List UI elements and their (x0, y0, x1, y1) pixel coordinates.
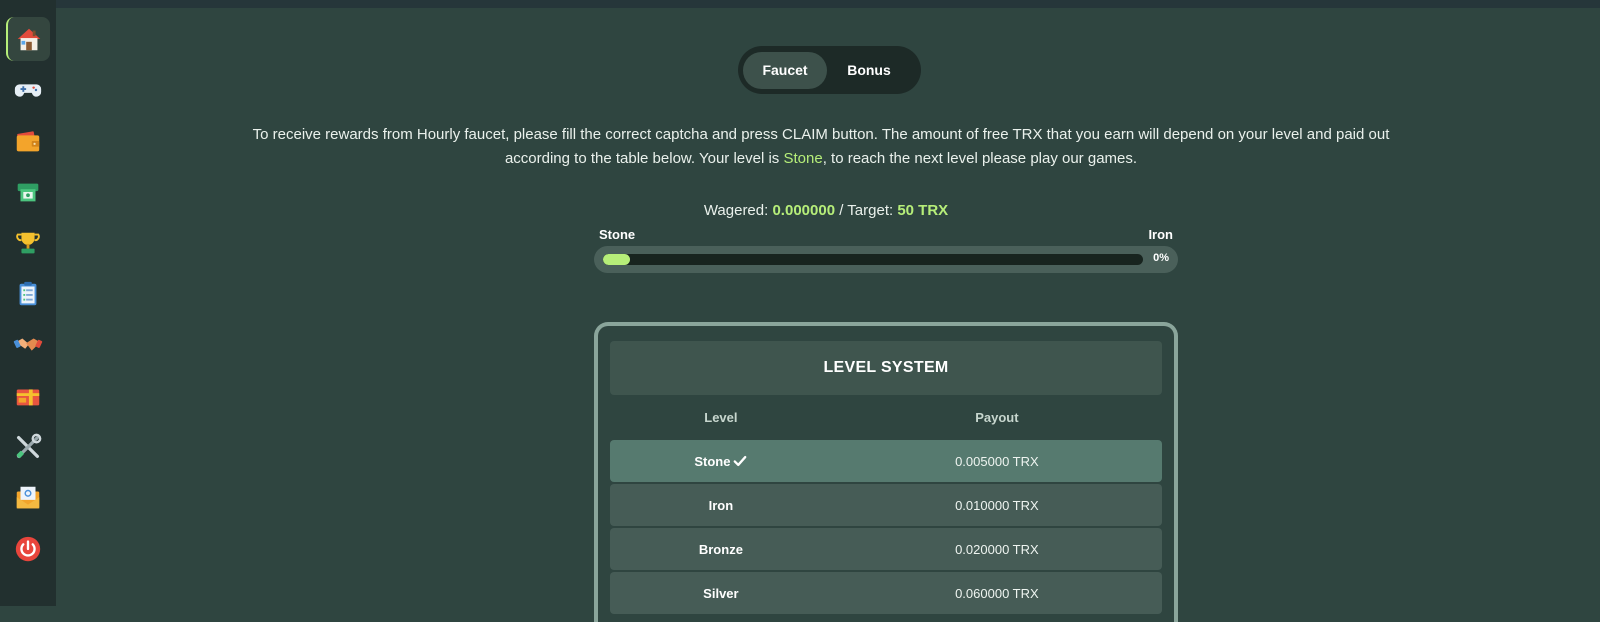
sidebar-item-rewards[interactable] (6, 221, 50, 265)
wallet-icon (16, 131, 40, 152)
house-icon (17, 28, 41, 51)
tab-bonus[interactable]: Bonus (827, 52, 911, 89)
power-icon (15, 536, 41, 562)
progress-current-level: Stone (599, 227, 636, 242)
sidebar-item-games[interactable] (6, 68, 50, 112)
atm-icon (17, 183, 39, 202)
level-system-card: LEVEL SYSTEM Level Payout Stone 0.005000… (594, 322, 1178, 622)
instructions-text-end: , to reach the next level please play ou… (822, 150, 1138, 167)
sidebar-item-withdraw[interactable] (6, 170, 50, 214)
sidebar-item-tools[interactable] (6, 425, 50, 469)
row-level: Bronze (698, 541, 743, 557)
column-payout: Payout (975, 410, 1019, 425)
target-value: 50 TRX (897, 202, 949, 219)
gamepad-icon (14, 84, 42, 97)
progress-fill (603, 254, 630, 265)
sidebar-item-home[interactable] (6, 17, 50, 61)
row-payout: 0.060000 TRX (955, 585, 1039, 601)
column-level: Level (704, 410, 738, 425)
wagered-label: Wagered: (703, 202, 769, 219)
sidebar-item-logout[interactable] (6, 527, 50, 571)
wager-separator: / (839, 202, 844, 219)
level-table-header: Level Payout (610, 395, 1162, 440)
faucet-tabs: Faucet Bonus (738, 46, 921, 94)
level-name: Stone (694, 453, 731, 469)
progress-next-level: Iron (1148, 227, 1173, 242)
table-row: Stone 0.005000 TRX (610, 440, 1162, 482)
handshake-icon (13, 338, 43, 351)
tools-icon (16, 433, 42, 459)
progress-labels: Stone Iron (599, 227, 1173, 245)
row-payout: 0.005000 TRX (955, 453, 1039, 469)
sidebar-item-gift[interactable] (6, 374, 50, 418)
target-label: Target: (847, 202, 894, 219)
table-row: Bronze 0.020000 TRX (610, 528, 1162, 570)
row-payout: 0.020000 TRX (955, 541, 1039, 557)
table-row: Silver 0.060000 TRX (610, 572, 1162, 614)
current-level-text: Stone (783, 150, 823, 167)
trophy-icon (16, 232, 40, 254)
sidebar-item-affiliate[interactable] (6, 323, 50, 367)
row-level: Stone (610, 454, 832, 469)
main-content: Faucet Bonus To receive rewards from Hou… (56, 0, 1600, 622)
row-payout: 0.010000 TRX (955, 497, 1039, 513)
wagered-value: 0.000000 (772, 202, 836, 219)
clipboard-icon (19, 281, 37, 306)
sidebar-item-tasks[interactable] (6, 272, 50, 316)
level-system-title: LEVEL SYSTEM (610, 341, 1162, 395)
mail-icon (16, 486, 40, 509)
progress-percent: 0% (1153, 252, 1169, 264)
sidebar-item-wallet[interactable] (6, 119, 50, 163)
gift-icon (16, 389, 40, 406)
row-level: Silver (703, 585, 739, 601)
level-progress-bar: 0% (594, 246, 1178, 273)
sidebar (0, 0, 56, 606)
row-level: Iron (708, 497, 734, 513)
progress-track (603, 254, 1143, 265)
wager-summary: Wagered: 0.000000 / Target: 50 TRX (526, 202, 1126, 219)
check-icon (734, 455, 747, 466)
tab-faucet[interactable]: Faucet (743, 51, 827, 89)
table-row: Iron 0.010000 TRX (610, 484, 1162, 526)
sidebar-item-contact[interactable] (6, 476, 50, 520)
faucet-instructions: To receive rewards from Hourly faucet, p… (226, 123, 1416, 171)
